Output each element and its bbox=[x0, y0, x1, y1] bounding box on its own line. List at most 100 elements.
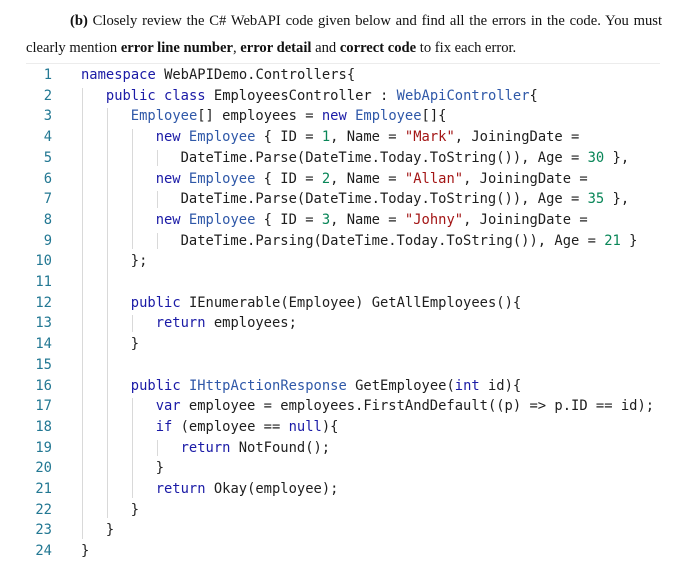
code-line: 17 var employee = employees.FirstAndDefau… bbox=[26, 396, 666, 417]
string-token: "Johny" bbox=[404, 211, 464, 228]
type-token: Employee bbox=[355, 108, 422, 125]
code-token: , Name = bbox=[330, 129, 405, 146]
code-line: 13 return employees; bbox=[26, 313, 666, 334]
code-token: }; bbox=[130, 253, 148, 270]
code-token: }, bbox=[604, 191, 630, 208]
indent-guide bbox=[131, 398, 133, 498]
code-text: new Employee { ID = 3, Name = "Johny", J… bbox=[156, 210, 588, 231]
number-token: 21 bbox=[604, 232, 621, 249]
indent-guide bbox=[131, 129, 133, 250]
code-token: } bbox=[155, 460, 164, 477]
code-line: 2 public class EmployeesController : WebA… bbox=[26, 86, 666, 107]
keyword-token: null bbox=[288, 418, 322, 435]
keyword-token: namespace bbox=[81, 67, 156, 83]
code-token: , JoiningDate = bbox=[463, 170, 588, 187]
question-text: (b) Closely review the C# WebAPI code gi… bbox=[26, 8, 662, 62]
keyword-token: new bbox=[155, 211, 181, 228]
line-number: 23 bbox=[35, 522, 52, 539]
code-text: public IEnumerable(Employee) GetAllEmplo… bbox=[131, 293, 521, 314]
line-number: 8 bbox=[43, 211, 52, 228]
code-line: 7 DateTime.Parse(DateTime.Today.ToString(… bbox=[26, 189, 666, 210]
code-token: WebAPIDemo.Controllers{ bbox=[155, 67, 356, 83]
code-line: 4 new Employee { ID = 1, Name = "Mark", J… bbox=[26, 127, 666, 148]
indent-guide bbox=[82, 87, 83, 540]
code-token: employees; bbox=[205, 315, 297, 332]
code-token: { bbox=[529, 87, 538, 104]
code-line: 3 Employee[] employees = new Employee[]{ bbox=[26, 106, 666, 127]
code-token: , JoiningDate = bbox=[454, 129, 580, 146]
keyword-token: new bbox=[321, 108, 347, 125]
code-token: { ID = bbox=[255, 211, 322, 228]
code-token: , Name = bbox=[330, 170, 405, 187]
code-text: } bbox=[131, 500, 139, 521]
code-line: 14} bbox=[26, 334, 666, 355]
keyword-token: public bbox=[130, 377, 181, 394]
code-token: IEnumerable(Employee) GetAllEmployees(){ bbox=[180, 294, 522, 311]
code-line: 20} bbox=[26, 458, 666, 479]
keyword-token: new bbox=[155, 170, 181, 187]
code-token: ){ bbox=[321, 418, 339, 435]
type-token: Employee bbox=[188, 170, 256, 187]
question-label: (b) bbox=[70, 13, 88, 29]
line-number: 24 bbox=[35, 543, 52, 560]
line-number: 7 bbox=[43, 191, 52, 208]
code-token: { ID = bbox=[255, 170, 322, 187]
type-token: Employee bbox=[130, 108, 198, 125]
emphasis-correct-code: correct code bbox=[339, 40, 417, 56]
question-text-fragment: and bbox=[311, 40, 340, 56]
line-number: 17 bbox=[35, 398, 52, 415]
question-text-fragment: clearly mention bbox=[26, 40, 121, 56]
code-token: , Name = bbox=[330, 211, 405, 228]
code-token: }, bbox=[604, 149, 630, 166]
question-line-1: (b) Closely review the C# WebAPI code gi… bbox=[26, 8, 662, 35]
code-token: GetEmployee( bbox=[346, 377, 455, 394]
keyword-token: public class bbox=[105, 87, 206, 104]
code-token: DateTime.Parsing(DateTime.Today.ToString… bbox=[180, 232, 605, 249]
code-line: 8 new Employee { ID = 3, Name = "Johny", … bbox=[26, 210, 666, 231]
type-token: Employee bbox=[188, 129, 256, 146]
question-line-2: clearly mention error line number, error… bbox=[26, 40, 516, 56]
code-token: } bbox=[130, 501, 140, 518]
line-number: 18 bbox=[35, 418, 52, 435]
line-number: 4 bbox=[43, 129, 52, 146]
code-token: } bbox=[105, 522, 115, 539]
line-number: 22 bbox=[35, 501, 52, 518]
code-line: 5 DateTime.Parse(DateTime.Today.ToString(… bbox=[26, 148, 666, 169]
keyword-token: public bbox=[130, 294, 181, 311]
code-token: NotFound(); bbox=[230, 439, 331, 456]
code-text: } bbox=[156, 458, 164, 479]
code-token: } bbox=[620, 232, 638, 249]
indent-guide bbox=[156, 149, 158, 167]
indent-guide bbox=[106, 108, 108, 519]
question-instruction: Closely review the C# WebAPI code given … bbox=[87, 13, 662, 29]
code-token: , JoiningDate = bbox=[463, 211, 588, 228]
line-number: 9 bbox=[43, 232, 52, 249]
code-line: 18 if (employee == null){ bbox=[26, 417, 666, 438]
code-text: return Okay(employee); bbox=[156, 479, 339, 500]
line-number: 3 bbox=[43, 108, 52, 125]
keyword-token: var bbox=[155, 398, 181, 415]
indent-guide bbox=[156, 232, 158, 250]
line-number: 19 bbox=[35, 439, 52, 456]
code-line: 6 new Employee { ID = 2, Name = "Allan", … bbox=[26, 169, 666, 190]
number-token: 30 bbox=[587, 149, 605, 166]
code-text: DateTime.Parse(DateTime.Today.ToString()… bbox=[181, 189, 630, 210]
code-text: var employee = employees.FirstAndDefault… bbox=[156, 396, 654, 417]
code-token: [] employees = bbox=[197, 108, 322, 125]
type-token: IHttpActionResponse bbox=[188, 377, 347, 394]
code-text: new Employee { ID = 1, Name = "Mark", Jo… bbox=[156, 127, 580, 148]
indent-guide bbox=[131, 315, 133, 333]
code-text: } bbox=[131, 334, 139, 355]
code-line: 19 return NotFound(); bbox=[26, 438, 666, 459]
line-number: 10 bbox=[35, 253, 52, 270]
code-token: employee = employees.FirstAndDefault((p)… bbox=[180, 398, 655, 415]
line-number: 11 bbox=[35, 274, 52, 290]
code-token: } bbox=[81, 543, 90, 560]
code-text: public class EmployeesController : WebAp… bbox=[106, 86, 538, 107]
line-number: 21 bbox=[35, 481, 52, 497]
type-token: Employee bbox=[188, 211, 256, 228]
code-text: public IHttpActionResponse GetEmployee(i… bbox=[131, 376, 521, 397]
